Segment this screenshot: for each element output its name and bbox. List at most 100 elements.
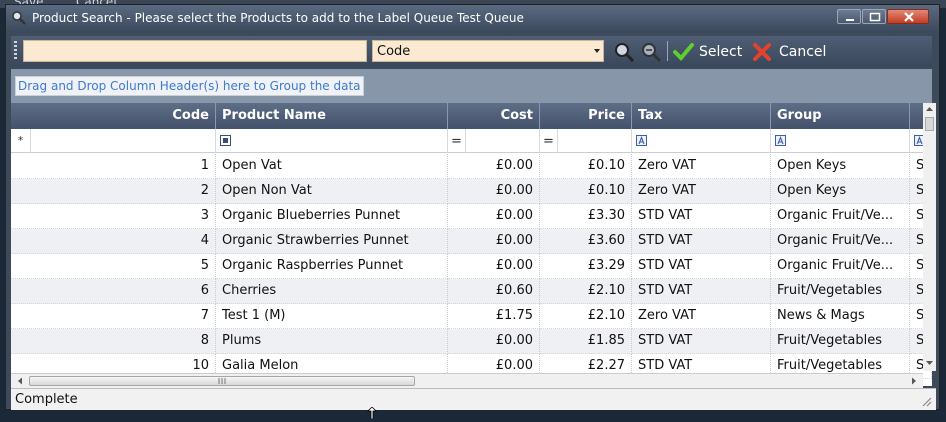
dropdown-arrow-icon (594, 49, 600, 53)
column-header-group[interactable]: Group (771, 103, 910, 129)
cell-tax: STD VAT (632, 254, 771, 279)
table-row[interactable]: 5 Organic Raspberries Punnet £0.00 £3.29… (11, 254, 932, 279)
text-filter-icon[interactable] (774, 134, 788, 148)
maximize-button[interactable] (862, 9, 886, 24)
search-toolbar: Code Select Cancel (11, 36, 932, 66)
cell-product-name: Test 1 (M) (216, 304, 448, 329)
cell-cost: £0.00 (448, 254, 540, 279)
resize-grip-icon[interactable] (921, 396, 933, 408)
cell-code: 3 (11, 204, 216, 229)
filter-price-input[interactable] (558, 129, 632, 153)
cell-price: £2.10 (540, 304, 632, 329)
cell-tax: STD VAT (632, 329, 771, 354)
group-by-panel[interactable]: Drag and Drop Column Header(s) here to G… (11, 69, 932, 103)
text-filter-icon[interactable] (635, 134, 649, 148)
checkmark-icon (673, 43, 694, 61)
toolbar-separator (667, 41, 668, 61)
select-button[interactable]: Select (672, 41, 744, 63)
cell-code: 1 (11, 154, 216, 179)
cell-product-name: Organic Raspberries Punnet (216, 254, 448, 279)
table-row[interactable]: 2 Open Non Vat £0.00 £0.10 Zero VAT Open… (11, 179, 932, 204)
cell-cost: £0.00 (448, 329, 540, 354)
cell-tax: Zero VAT (632, 304, 771, 329)
cancel-label: Cancel (779, 44, 827, 60)
product-search-window: Product Search - Please select the Produ… (5, 4, 940, 410)
product-grid: Code Product Name Cost Price Tax Group *… (11, 103, 932, 386)
table-row[interactable]: 8 Plums £0.00 £1.85 STD VAT Fruit/Vegeta… (11, 329, 932, 354)
column-header-tax[interactable]: Tax (632, 103, 771, 129)
cell-price: £3.30 (540, 204, 632, 229)
filter-row-marker: * (11, 129, 31, 153)
cell-group: Organic Fruit/Ve... (771, 204, 910, 229)
minimize-button[interactable] (837, 9, 861, 24)
vertical-scrollbar[interactable] (923, 103, 936, 371)
column-header-price[interactable]: Price (540, 103, 632, 129)
cell-tax: STD VAT (632, 229, 771, 254)
filter-operator-icon[interactable] (219, 134, 233, 148)
cell-cost: £1.75 (448, 304, 540, 329)
cell-price: £0.10 (540, 179, 632, 204)
cell-cost: £0.00 (448, 204, 540, 229)
clear-search-icon[interactable] (640, 41, 662, 63)
table-row[interactable]: 7 Test 1 (M) £1.75 £2.10 Zero VAT News &… (11, 304, 932, 329)
cell-tax: STD VAT (632, 279, 771, 304)
cell-cost: £0.00 (448, 154, 540, 179)
search-icon[interactable] (613, 41, 635, 63)
filter-tax-input[interactable] (632, 129, 771, 153)
column-header-product-name[interactable]: Product Name (216, 103, 448, 129)
search-input[interactable] (23, 40, 367, 62)
resize-cursor-icon (367, 407, 377, 419)
cancel-button[interactable]: Cancel (751, 41, 831, 63)
cell-cost: £0.60 (448, 279, 540, 304)
cell-code: 4 (11, 229, 216, 254)
column-header-cost[interactable]: Cost (448, 103, 540, 129)
cell-code: 5 (11, 254, 216, 279)
close-button[interactable] (887, 9, 929, 24)
title-bar[interactable]: Product Search - Please select the Produ… (6, 5, 939, 31)
toolbar-grip[interactable] (14, 41, 17, 61)
scroll-right-icon[interactable] (907, 374, 921, 388)
select-label: Select (699, 44, 743, 60)
table-row[interactable]: 6 Cherries £0.60 £2.10 STD VAT Fruit/Veg… (11, 279, 932, 304)
filter-price-operator[interactable]: = (540, 129, 558, 153)
search-field-select[interactable]: Code (372, 40, 604, 62)
cell-price: £3.29 (540, 254, 632, 279)
cell-product-name: Organic Strawberries Punnet (216, 229, 448, 254)
cell-group: Organic Fruit/Ve... (771, 254, 910, 279)
cell-cost: £0.00 (448, 229, 540, 254)
horizontal-scroll-thumb[interactable] (29, 376, 415, 386)
cell-tax: Zero VAT (632, 154, 771, 179)
maximize-icon (869, 12, 881, 22)
table-row[interactable]: 1 Open Vat £0.00 £0.10 Zero VAT Open Key… (11, 154, 932, 179)
column-header-code[interactable]: Code (11, 103, 216, 129)
table-row[interactable]: 4 Organic Strawberries Punnet £0.00 £3.6… (11, 229, 932, 254)
scroll-left-icon[interactable] (13, 374, 27, 388)
vertical-scroll-thumb[interactable] (925, 117, 934, 131)
cell-price: £2.10 (540, 279, 632, 304)
window-title: Product Search - Please select the Produ… (32, 11, 524, 25)
cell-group: Open Keys (771, 154, 910, 179)
cell-tax: Zero VAT (632, 179, 771, 204)
cell-product-name: Cherries (216, 279, 448, 304)
cell-code: 2 (11, 179, 216, 204)
cancel-x-icon (753, 43, 771, 61)
table-row[interactable]: 3 Organic Blueberries Punnet £0.00 £3.30… (11, 204, 932, 229)
filter-code-input[interactable] (31, 129, 216, 153)
horizontal-scrollbar[interactable] (11, 373, 923, 388)
cell-product-name: Open Vat (216, 154, 448, 179)
cell-price: £0.10 (540, 154, 632, 179)
cell-price: £1.85 (540, 329, 632, 354)
group-by-hint: Drag and Drop Column Header(s) here to G… (15, 76, 364, 96)
search-field-value: Code (377, 44, 411, 59)
cell-cost: £0.00 (448, 179, 540, 204)
minimize-icon (846, 19, 854, 21)
cell-code: 8 (11, 329, 216, 354)
scroll-down-icon[interactable] (923, 357, 936, 369)
filter-cost-input[interactable] (466, 129, 540, 153)
status-text: Complete (15, 392, 78, 407)
scroll-up-icon[interactable] (923, 103, 936, 115)
filter-cost-operator[interactable]: = (448, 129, 466, 153)
close-icon (904, 12, 914, 22)
filter-product-name-input[interactable] (216, 129, 448, 153)
filter-group-input[interactable] (771, 129, 910, 153)
